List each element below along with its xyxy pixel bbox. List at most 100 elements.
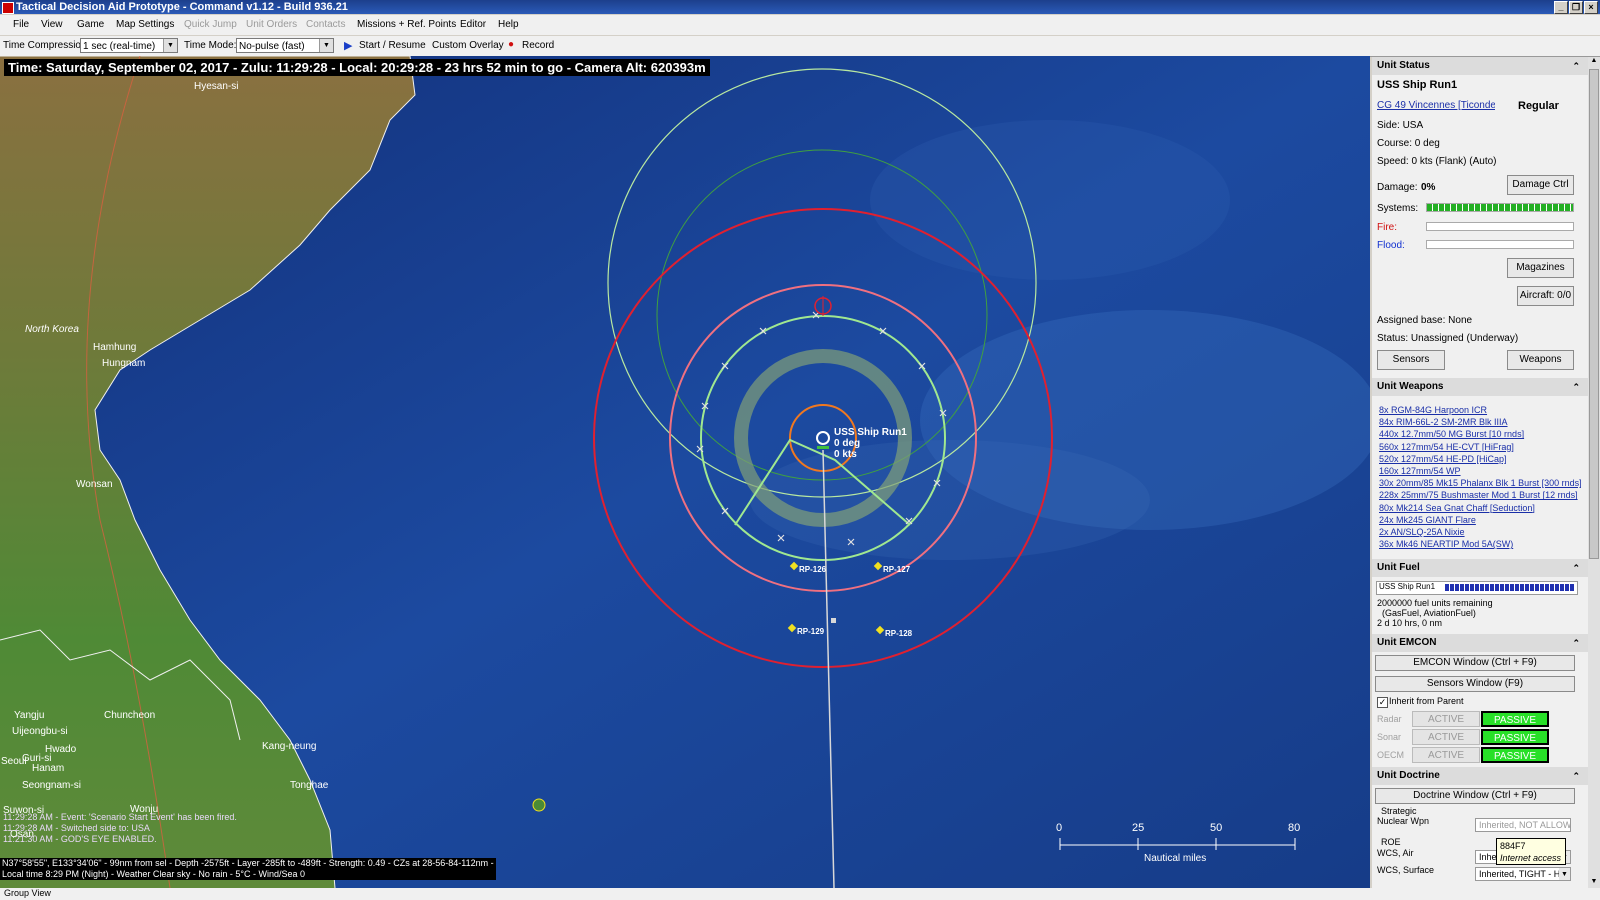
weapon-item[interactable]: 560x 127mm/54 HE-CVT [HiFrag] <box>1379 441 1584 453</box>
systems-label: Systems: <box>1377 203 1419 214</box>
chevron-down-icon: ▼ <box>319 39 333 52</box>
window-title: Tactical Decision Aid Prototype - Comman… <box>16 1 348 13</box>
menu-quick-jump[interactable]: Quick Jump <box>184 19 237 30</box>
time-mode-label: Time Mode: <box>184 40 237 51</box>
shallow-area <box>750 440 1150 560</box>
weapon-item[interactable]: 24x Mk245 GIANT Flare <box>1379 514 1584 526</box>
weapon-item[interactable]: 80x Mk214 Sea Gnat Chaff [Seduction] <box>1379 502 1584 514</box>
weapon-item[interactable]: 2x AN/SLQ-25A Nixie <box>1379 526 1584 538</box>
collapse-icon[interactable]: ⌃ <box>1572 634 1580 652</box>
time-mode-value: No-pulse (fast) <box>239 41 305 52</box>
minimize-button[interactable]: _ <box>1554 1 1568 14</box>
chevron-down-icon: ▼ <box>163 39 177 52</box>
menu-editor[interactable]: Editor <box>460 19 486 30</box>
collapse-icon[interactable]: ⌃ <box>1572 378 1580 396</box>
radar-passive-toggle[interactable]: PASSIVE <box>1481 711 1549 727</box>
restore-button[interactable]: ❐ <box>1569 1 1583 14</box>
wcs-surface-label: WCS, Surface <box>1377 865 1435 875</box>
weapon-item[interactable]: 30x 20mm/85 Mk15 Phalanx Blk 1 Burst [30… <box>1379 477 1584 489</box>
unit-class-link[interactable]: CG 49 Vincennes [Ticonderoga Baseline 1] <box>1377 100 1495 111</box>
radar-active-toggle[interactable]: ACTIVE <box>1412 711 1480 727</box>
cursor-info-box: N37°58'55", E133°34'06" - 99nm from sel … <box>0 858 496 880</box>
oecm-passive-toggle[interactable]: PASSIVE <box>1481 747 1549 763</box>
ship-unit-icon <box>817 446 829 449</box>
doctrine-window-button[interactable]: Doctrine Window (Ctrl + F9) <box>1375 788 1575 804</box>
scroll-down-icon[interactable]: ▼ <box>1589 878 1599 888</box>
flood-bar <box>1426 240 1574 249</box>
menu-help[interactable]: Help <box>498 19 519 30</box>
menu-file[interactable]: File <box>13 19 29 30</box>
menu-game[interactable]: Game <box>77 19 104 30</box>
nuclear-select[interactable]: Inherited, NOT ALLOWED <box>1475 818 1571 832</box>
scrollbar-thumb[interactable] <box>1589 69 1599 559</box>
fuel-endurance: 2 d 10 hrs, 0 nm <box>1377 618 1443 628</box>
custom-overlay-button[interactable]: Custom Overlay <box>432 40 504 51</box>
panel-scrollbar[interactable]: ▲ ▼ <box>1588 57 1600 888</box>
nuclear-label: Nuclear Wpn <box>1377 816 1430 826</box>
fuel-bar <box>1445 584 1575 591</box>
heading-marker <box>831 618 836 623</box>
scroll-up-icon[interactable]: ▲ <box>1589 57 1599 67</box>
proficiency-label: Regular <box>1518 100 1559 112</box>
menu-unit-orders[interactable]: Unit Orders <box>246 19 297 30</box>
wcs-surface-select[interactable]: Inherited, TIGHT - Hold ▼ <box>1475 867 1571 881</box>
time-mode-select[interactable]: No-pulse (fast) ▼ <box>236 38 334 53</box>
aircraft-button[interactable]: Aircraft: 0/0 <box>1517 286 1574 306</box>
weapons-button[interactable]: Weapons <box>1507 350 1574 370</box>
sensors-button[interactable]: Sensors <box>1377 350 1445 370</box>
time-banner: Time: Saturday, September 02, 2017 - Zul… <box>4 59 710 76</box>
section-title: Unit Status <box>1377 60 1430 71</box>
fire-bar <box>1426 222 1574 231</box>
fuel-types: (GasFuel, AviationFuel) <box>1382 608 1476 618</box>
fuel-row: USS Ship Run1 <box>1376 581 1578 595</box>
section-title: Unit Weapons <box>1377 381 1444 392</box>
time-compression-select[interactable]: 1 sec (real-time) ▼ <box>80 38 178 53</box>
sonar-passive-toggle[interactable]: PASSIVE <box>1481 729 1549 745</box>
record-button[interactable]: Record <box>522 40 554 51</box>
app-icon <box>2 2 14 14</box>
weapon-item[interactable]: 36x Mk46 NEARTIP Mod 5A(SW) <box>1379 538 1584 550</box>
emcon-window-button[interactable]: EMCON Window (Ctrl + F9) <box>1375 655 1575 671</box>
wcs-air-label: WCS, Air <box>1377 848 1414 858</box>
oecm-active-toggle[interactable]: ACTIVE <box>1412 747 1480 763</box>
unit-fuel-header[interactable]: Unit Fuel ⌃ <box>1372 559 1588 577</box>
close-button[interactable]: × <box>1584 1 1598 14</box>
menu-view[interactable]: View <box>41 19 63 30</box>
inherit-label: Inherit from Parent <box>1389 696 1464 706</box>
collapse-icon[interactable]: ⌃ <box>1572 767 1580 785</box>
weapon-item[interactable]: 84x RIM-66L-2 SM-2MR Blk IIIA <box>1379 416 1584 428</box>
roe-label: ROE <box>1381 837 1401 847</box>
section-title: Unit Doctrine <box>1377 770 1440 781</box>
map-canvas[interactable] <box>0 56 1370 888</box>
unit-status-header[interactable]: Unit Status ⌃ <box>1372 57 1588 75</box>
unit-doctrine-header[interactable]: Unit Doctrine ⌃ <box>1372 767 1588 785</box>
side-label: Side: USA <box>1377 120 1424 131</box>
menu-contacts[interactable]: Contacts <box>306 19 345 30</box>
start-resume-button[interactable]: Start / Resume <box>359 40 426 51</box>
unit-weapons-header[interactable]: Unit Weapons ⌃ <box>1372 378 1588 396</box>
magazines-button[interactable]: Magazines <box>1507 258 1574 278</box>
cursor-info-line: N37°58'55", E133°34'06" - 99nm from sel … <box>2 858 494 868</box>
damage-ctrl-button[interactable]: Damage Ctrl <box>1507 175 1574 195</box>
menu-map-settings[interactable]: Map Settings <box>116 19 174 30</box>
tooltip-line: 884F7 <box>1500 841 1526 851</box>
fuel-unit-name: USS Ship Run1 <box>1379 582 1436 591</box>
weapon-item[interactable]: 228x 25mm/75 Bushmaster Mod 1 Burst [12 … <box>1379 489 1584 501</box>
oecm-label: OECM <box>1377 750 1404 760</box>
weapon-item[interactable]: 8x RGM-84G Harpoon ICR <box>1379 404 1584 416</box>
tactical-map[interactable]: Hyesan-si North Korea Hamhung Hungnam Wo… <box>0 56 1370 888</box>
log-entry: 11:29:28 AM - Event: 'Scenario Start Eve… <box>3 812 237 822</box>
fuel-remaining: 2000000 fuel units remaining <box>1377 598 1493 608</box>
collapse-icon[interactable]: ⌃ <box>1572 57 1580 75</box>
strategic-label: Strategic <box>1381 806 1417 816</box>
inherit-checkbox[interactable]: ✓ <box>1377 697 1388 708</box>
sonar-active-toggle[interactable]: ACTIVE <box>1412 729 1480 745</box>
time-compression-label: Time Compression: <box>3 40 90 51</box>
weapon-item[interactable]: 440x 12.7mm/50 MG Burst [10 rnds] <box>1379 428 1584 440</box>
weapon-item[interactable]: 520x 127mm/54 HE-PD [HiCap] <box>1379 453 1584 465</box>
weapon-item[interactable]: 160x 127mm/54 WP <box>1379 465 1584 477</box>
menu-missions[interactable]: Missions + Ref. Points <box>357 19 456 30</box>
sensors-window-button[interactable]: Sensors Window (F9) <box>1375 676 1575 692</box>
collapse-icon[interactable]: ⌃ <box>1572 559 1580 577</box>
unit-emcon-header[interactable]: Unit EMCON ⌃ <box>1372 634 1588 652</box>
